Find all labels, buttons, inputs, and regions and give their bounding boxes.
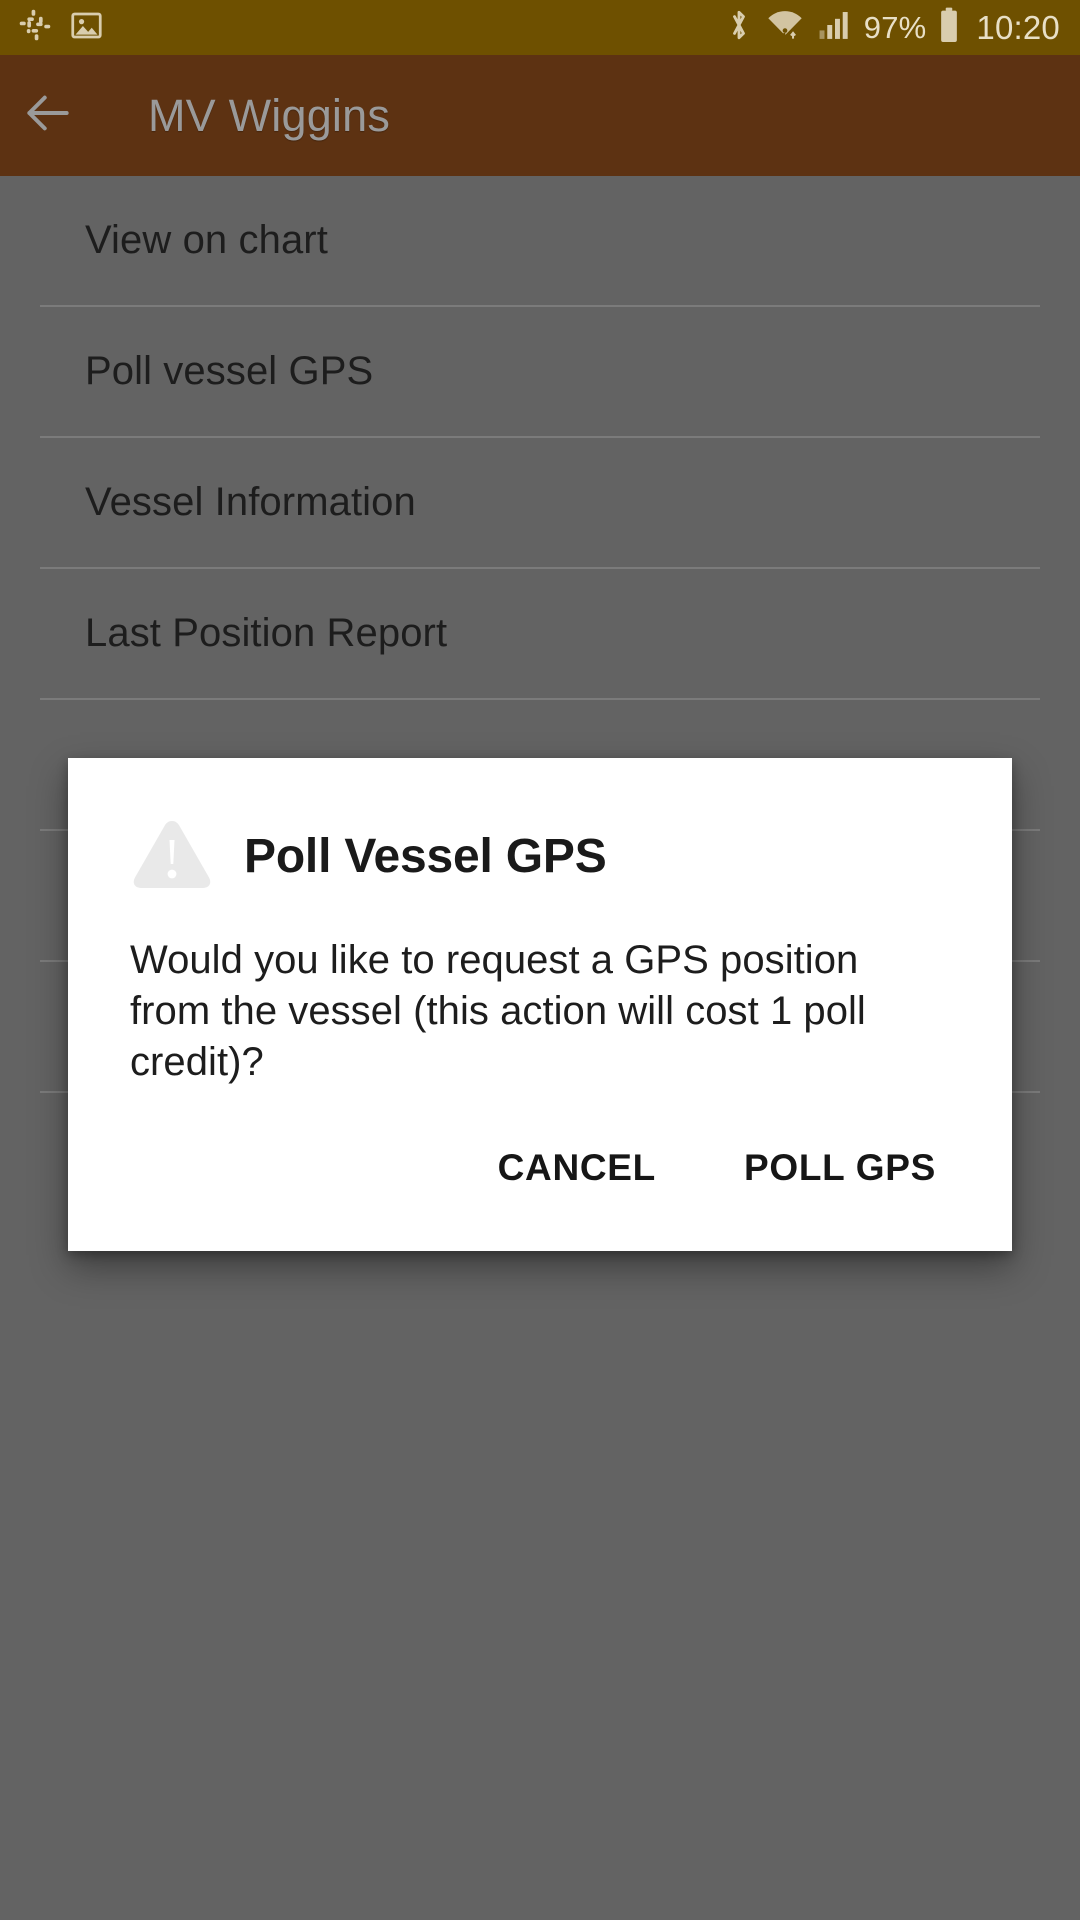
screen: 97% 10:20 MV Wiggins View on chart Poll … (0, 0, 1080, 1920)
status-bar-clock: 10:20 (976, 9, 1060, 46)
list-item-last-position-report[interactable]: Last Position Report (0, 569, 1080, 698)
image-icon (70, 9, 103, 47)
status-bar-system-icons: 97% 10:20 (726, 7, 1060, 48)
dialog-title: Poll Vessel GPS (244, 830, 607, 883)
list-item-view-on-chart[interactable]: View on chart (0, 176, 1080, 305)
cellular-signal-icon (818, 8, 852, 47)
dialog-actions: CANCEL POLL GPS (68, 1087, 1012, 1251)
list-item-vessel-information[interactable]: Vessel Information (0, 438, 1080, 567)
app-bar: MV Wiggins (0, 55, 1080, 176)
list-item-poll-vessel-gps[interactable]: Poll vessel GPS (0, 307, 1080, 436)
dialog-header: Poll Vessel GPS (68, 758, 1012, 897)
list-item-label: Poll vessel GPS (85, 349, 374, 393)
page-title: MV Wiggins (148, 89, 391, 141)
slack-icon (18, 8, 52, 47)
battery-percentage: 97% (863, 10, 927, 45)
list-item-label: Last Position Report (85, 611, 448, 655)
warning-triangle-icon (130, 816, 214, 897)
list-item-label: Vessel Information (85, 480, 416, 524)
back-button[interactable] (0, 55, 96, 176)
battery-icon (938, 7, 960, 48)
status-bar-notifications (18, 8, 103, 47)
status-bar: 97% 10:20 (0, 0, 1080, 55)
wifi-icon (764, 8, 806, 47)
poll-gps-button[interactable]: POLL GPS (712, 1131, 968, 1205)
list-item-label: View on chart (85, 218, 328, 262)
dialog-message: Would you like to request a GPS position… (130, 938, 866, 1084)
bluetooth-icon (726, 7, 752, 48)
back-arrow-icon (20, 85, 76, 146)
cancel-button[interactable]: CANCEL (466, 1131, 688, 1205)
poll-vessel-gps-dialog: Poll Vessel GPS Would you like to reques… (68, 758, 1012, 1252)
